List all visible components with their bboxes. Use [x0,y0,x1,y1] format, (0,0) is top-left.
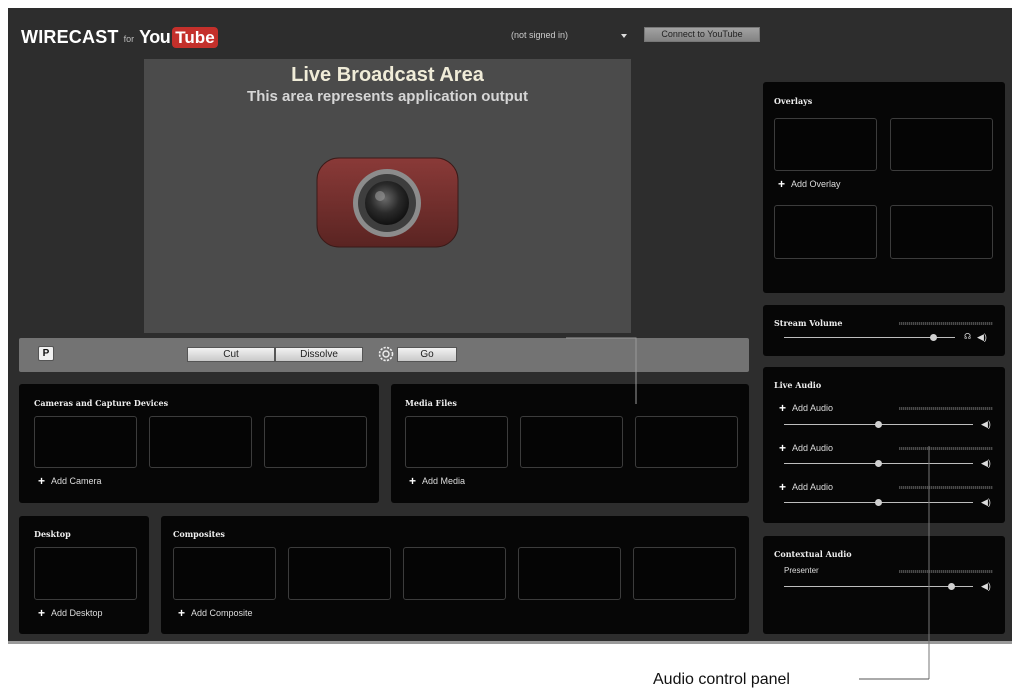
live-broadcast-area: Live Broadcast Area This area represents… [144,59,631,333]
audio-level-meter [899,407,993,410]
add-audio-button[interactable]: + Add Audio [779,401,834,415]
plus-icon: + [38,606,46,620]
add-media-button[interactable]: + Add Media [409,474,466,488]
contextual-audio-title: Contextual Audio [774,549,852,559]
speaker-icon[interactable]: ◀) [981,582,991,591]
speaker-icon[interactable]: ◀) [977,333,987,342]
camera-slot[interactable] [264,416,367,468]
media-panel: Media Files + Add Media [391,384,749,503]
overlays-panel: Overlays + Add Overlay [763,82,1005,293]
plus-icon: + [409,474,417,488]
speaker-icon[interactable]: ◀) [981,420,991,429]
contextual-audio-panel: Contextual Audio Presenter ◀) [763,536,1005,634]
plus-icon: + [38,474,46,488]
stream-volume-knob[interactable] [930,334,937,341]
add-composite-label: Add Composite [191,608,253,618]
add-audio-label: Add Audio [792,443,834,453]
wirecast-logo: WIRECAST for You Tube [21,25,218,49]
add-desktop-label: Add Desktop [51,608,103,618]
plus-icon: + [779,401,787,415]
audio-volume-knob[interactable] [875,421,882,428]
gear-icon[interactable] [378,346,394,362]
audio-level-meter [899,447,993,450]
composites-panel: Composites + Add Composite [161,516,749,634]
wirecast-window: WIRECAST for You Tube (not signed in) Co… [8,8,1012,644]
add-overlay-button[interactable]: + Add Overlay [778,177,841,191]
live-audio-title: Live Audio [774,380,822,390]
add-audio-button[interactable]: + Add Audio [779,441,834,455]
desktop-panel: Desktop + Add Desktop [19,516,149,634]
plus-icon: + [779,441,787,455]
composite-slot[interactable] [518,547,621,600]
media-slot[interactable] [635,416,738,468]
plus-icon: + [779,480,787,494]
dissolve-button[interactable]: Dissolve [275,347,363,362]
camera-slot[interactable] [149,416,252,468]
overlay-slot[interactable] [890,205,993,259]
add-audio-button[interactable]: + Add Audio [779,480,834,494]
contextual-volume-knob[interactable] [948,583,955,590]
add-camera-button[interactable]: + Add Camera [38,474,102,488]
camera-icon [316,157,459,248]
desktop-title: Desktop [34,529,71,539]
presenter-label: Presenter [784,566,819,575]
media-title: Media Files [405,398,457,408]
plus-icon: + [178,606,186,620]
transition-bar: P Cut Dissolve Go [19,338,749,372]
cut-button[interactable]: Cut [187,347,275,362]
add-media-label: Add Media [422,476,466,486]
overlay-slot[interactable] [774,118,877,171]
add-audio-label: Add Audio [792,403,834,413]
broadcast-title: Live Broadcast Area [291,64,484,86]
composite-slot[interactable] [288,547,391,600]
add-camera-label: Add Camera [51,476,102,486]
overlay-slot[interactable] [890,118,993,171]
media-slot[interactable] [520,416,623,468]
composite-slot[interactable] [173,547,276,600]
media-slot[interactable] [405,416,508,468]
composite-slot[interactable] [403,547,506,600]
cameras-panel: Cameras and Capture Devices + Add Camera [19,384,379,503]
live-audio-panel: Live Audio + Add Audio ◀) + Add Audio ◀)… [763,367,1005,523]
logo-for-text: for [123,34,135,44]
composite-slot[interactable] [633,547,736,600]
audio-volume-knob[interactable] [875,499,882,506]
logo-you-text: You [139,26,171,47]
desktop-slot[interactable] [34,547,137,600]
stream-level-meter [899,322,993,325]
overlays-title: Overlays [774,96,813,106]
go-button[interactable]: Go [397,347,457,362]
audio-control-panel-callout: Audio control panel [653,671,790,688]
audio-level-meter [899,486,993,489]
stream-volume-title: Stream Volume [774,318,843,328]
add-desktop-button[interactable]: + Add Desktop [38,606,103,620]
logo-tube-text: Tube [172,26,218,48]
stream-volume-panel: Stream Volume ☊ ◀) [763,305,1005,356]
add-overlay-label: Add Overlay [791,179,841,189]
headphones-icon[interactable]: ☊ [964,333,971,341]
overlay-slot[interactable] [774,205,877,259]
audio-volume-knob[interactable] [875,460,882,467]
cameras-title: Cameras and Capture Devices [34,398,169,408]
contextual-level-meter [899,570,993,573]
contextual-volume-slider[interactable] [784,586,973,587]
account-status[interactable]: (not signed in) [511,30,568,40]
composites-title: Composites [173,529,225,539]
broadcast-subtitle: This area represents application output [247,88,528,105]
plus-icon: + [778,177,786,191]
speaker-icon[interactable]: ◀) [981,459,991,468]
logo-wirecast-text: WIRECAST [21,26,119,47]
camera-slot[interactable] [34,416,137,468]
connect-youtube-button[interactable]: Connect to YouTube [644,27,760,42]
speaker-icon[interactable]: ◀) [981,498,991,507]
preview-button[interactable]: P [38,346,54,361]
dropdown-arrow-icon[interactable] [621,34,627,38]
add-composite-button[interactable]: + Add Composite [178,606,253,620]
add-audio-label: Add Audio [792,482,834,492]
